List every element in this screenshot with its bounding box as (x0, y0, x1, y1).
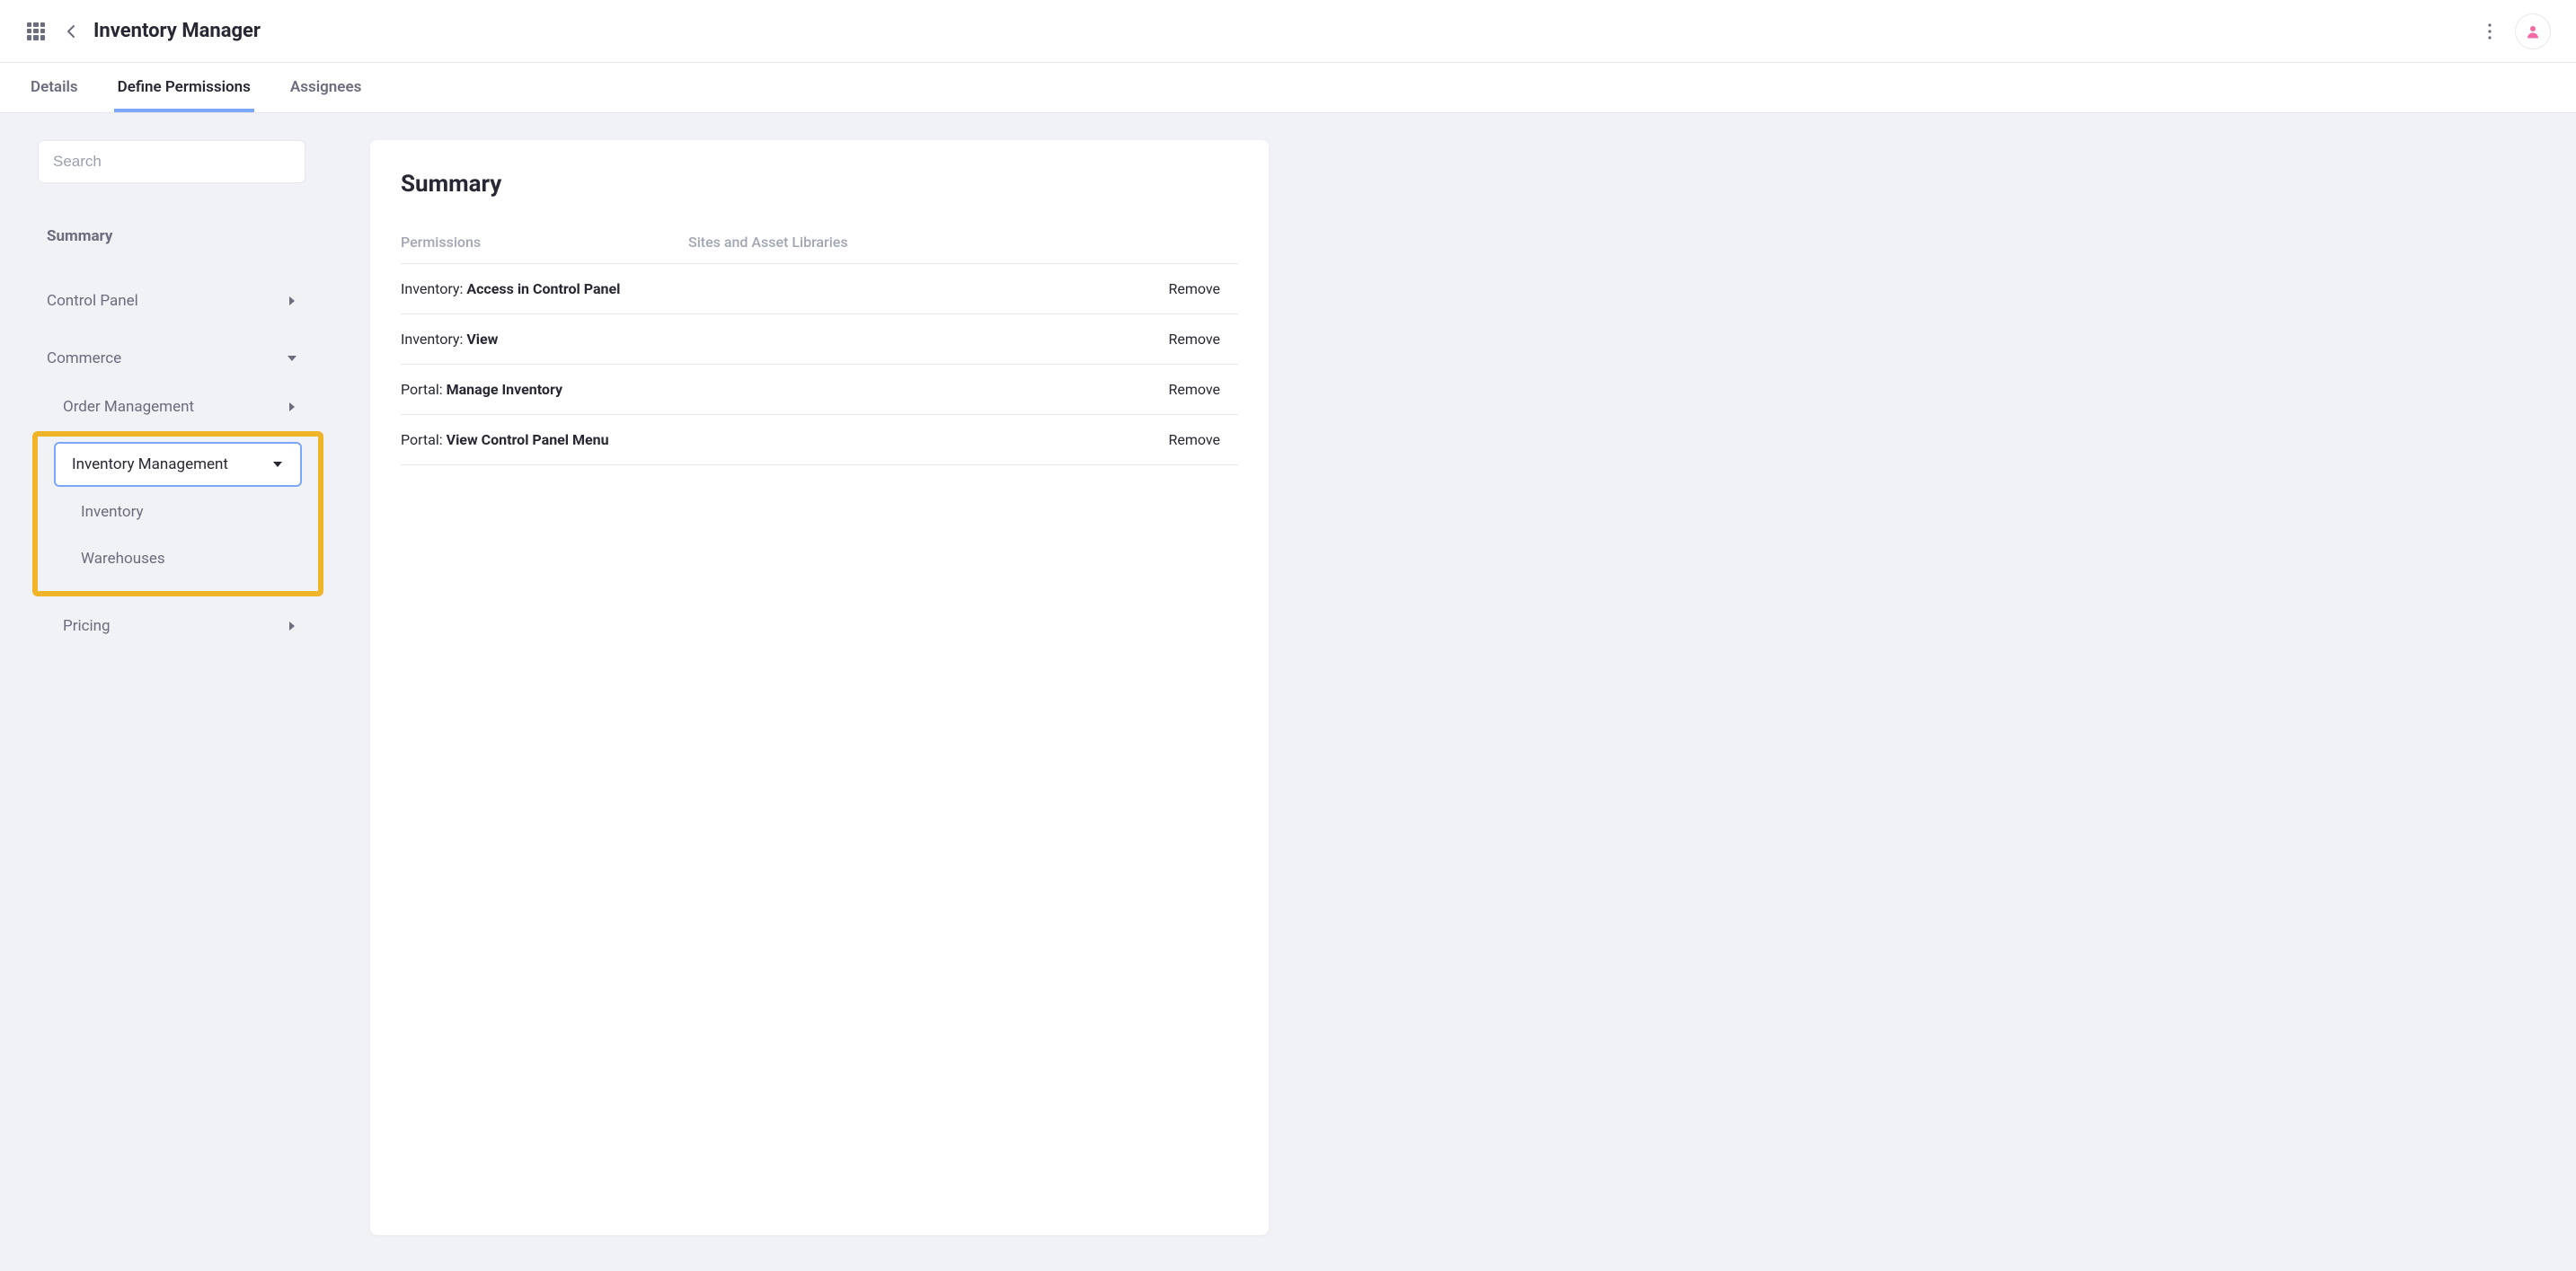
tab-assignees[interactable]: Assignees (287, 64, 365, 112)
summary-panel: Summary Permissions Sites and Asset Libr… (370, 140, 1269, 1235)
chevron-right-icon (286, 295, 298, 307)
remove-button[interactable]: Remove (1168, 280, 1238, 297)
permission-label: Inventory: View (401, 331, 1168, 348)
panel-heading: Summary (401, 171, 1238, 198)
table-row: Portal: View Control Panel Menu Remove (401, 415, 1238, 465)
sidebar-item-pricing[interactable]: Pricing (11, 602, 334, 650)
chevron-right-icon (286, 401, 298, 413)
user-icon (2525, 23, 2541, 40)
permissions-table: Permissions Sites and Asset Libraries In… (401, 234, 1238, 465)
search-input[interactable] (38, 140, 305, 183)
chevron-down-icon (271, 458, 284, 471)
back-button[interactable] (54, 13, 90, 49)
table-header: Permissions Sites and Asset Libraries (401, 234, 1238, 264)
remove-button[interactable]: Remove (1168, 381, 1238, 398)
sidebar-item-label: Pricing (63, 617, 286, 635)
more-actions-button[interactable] (2472, 13, 2508, 49)
chevron-left-icon (65, 24, 79, 39)
table-row: Portal: Manage Inventory Remove (401, 365, 1238, 415)
permission-label: Inventory: Access in Control Panel (401, 280, 1168, 297)
remove-button[interactable]: Remove (1168, 431, 1238, 448)
sidebar-item-order-management[interactable]: Order Management (11, 383, 334, 431)
apps-grid-icon (27, 22, 45, 40)
page-body: Summary Control Panel Commerce Order Man… (0, 113, 2576, 1271)
tab-define-permissions[interactable]: Define Permissions (114, 64, 254, 112)
highlighted-group: Inventory Management Inventory Warehouse… (32, 431, 323, 596)
sidebar-item-summary[interactable]: Summary (11, 212, 334, 260)
sidebar-item-label: Warehouses (81, 550, 291, 568)
tabs-bar: Details Define Permissions Assignees (0, 63, 2576, 113)
sidebar-item-label: Summary (47, 227, 298, 245)
tab-details[interactable]: Details (27, 64, 82, 112)
chevron-down-icon (286, 352, 298, 365)
sidebar-item-label: Inventory (81, 503, 291, 521)
sidebar-item-commerce[interactable]: Commerce (11, 334, 334, 383)
chevron-right-icon (286, 620, 298, 632)
sidebar-item-label: Order Management (63, 398, 286, 416)
remove-button[interactable]: Remove (1168, 331, 1238, 348)
permission-tree: Summary Control Panel Commerce Order Man… (11, 199, 334, 650)
column-permissions: Permissions (401, 234, 688, 251)
sidebar-item-label: Control Panel (47, 292, 286, 310)
table-row: Inventory: Access in Control Panel Remov… (401, 264, 1238, 314)
sidebar-item-label: Inventory Management (72, 455, 271, 473)
user-avatar-button[interactable] (2515, 13, 2551, 49)
sidebar-item-warehouses[interactable]: Warehouses (38, 537, 318, 580)
page-title: Inventory Manager (93, 20, 261, 42)
permission-label: Portal: View Control Panel Menu (401, 431, 1168, 448)
permission-label: Portal: Manage Inventory (401, 381, 1168, 398)
apps-menu-button[interactable] (18, 13, 54, 49)
column-sites: Sites and Asset Libraries (688, 234, 1238, 251)
sidebar-item-inventory-management[interactable]: Inventory Management (54, 442, 302, 487)
sidebar-item-control-panel[interactable]: Control Panel (11, 277, 334, 325)
sidebar-item-inventory[interactable]: Inventory (38, 487, 318, 537)
permissions-sidebar: Summary Control Panel Commerce Order Man… (11, 140, 334, 1235)
dots-vertical-icon (2483, 22, 2497, 40)
top-bar: Inventory Manager (0, 0, 2576, 63)
sidebar-item-label: Commerce (47, 349, 286, 367)
table-row: Inventory: View Remove (401, 314, 1238, 365)
